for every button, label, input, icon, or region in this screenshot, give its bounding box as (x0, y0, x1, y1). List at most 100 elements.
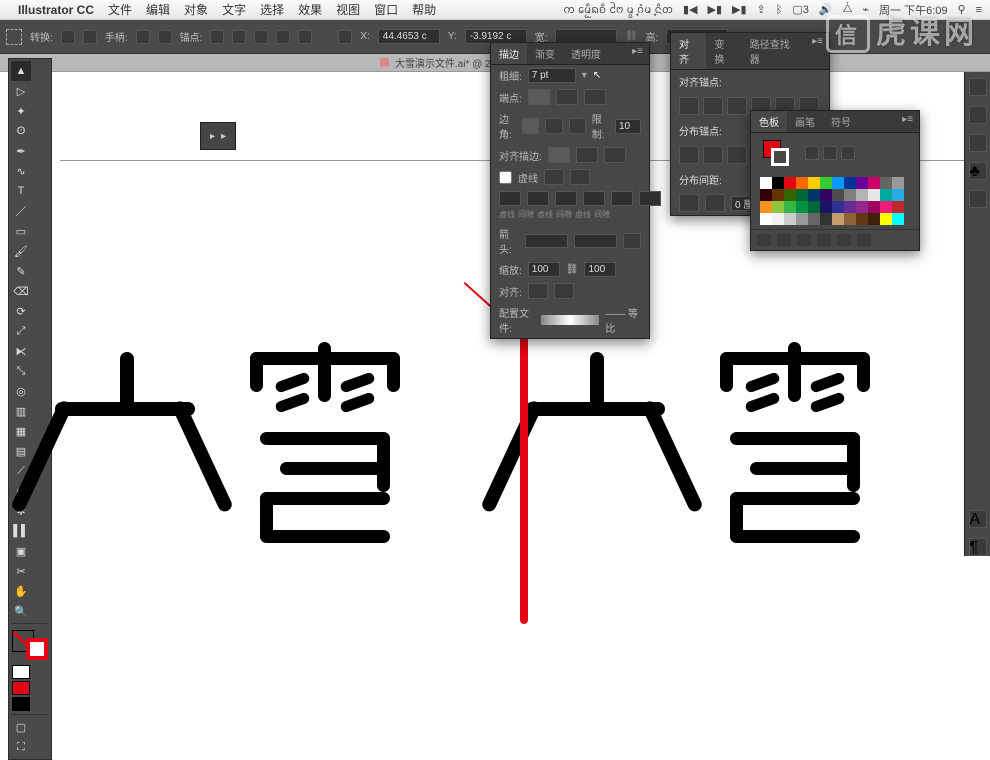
shape-builder-tool[interactable]: ◎ (11, 381, 31, 401)
swatch-cell[interactable] (868, 177, 880, 189)
swatch-cell[interactable] (796, 213, 808, 225)
swatch-cell[interactable] (784, 213, 796, 225)
tab-brushes[interactable]: 画笔 (787, 111, 823, 132)
swatch-cell[interactable] (832, 189, 844, 201)
limit-field[interactable] (615, 119, 641, 134)
swatch-cell[interactable] (820, 201, 832, 213)
dock-color-icon[interactable] (969, 78, 987, 96)
spotlight-icon[interactable]: ⚲ (958, 3, 966, 16)
swap-arrows-icon[interactable] (623, 233, 641, 249)
swatch-cell[interactable] (760, 213, 772, 225)
playback-play-icon[interactable]: ▶▮ (708, 3, 723, 16)
align-right-icon[interactable] (727, 97, 747, 115)
change-screen-icon[interactable]: ⛶ (11, 737, 31, 757)
swatch-cell[interactable] (808, 177, 820, 189)
swatch-cell[interactable] (856, 177, 868, 189)
graph-tool[interactable]: ▌▌ (11, 521, 31, 541)
swatch-cell[interactable] (844, 213, 856, 225)
fill-stroke-swatch[interactable] (12, 630, 48, 660)
swatch-cell[interactable] (856, 213, 868, 225)
swatch-kind-icon[interactable] (777, 234, 791, 246)
zoom-tool[interactable]: 🔍 (11, 601, 31, 621)
bluetooth-icon[interactable]: ᛒ (776, 4, 783, 16)
tab-stroke[interactable]: 描边 (491, 43, 527, 64)
align-arrow-end-icon[interactable] (554, 283, 574, 299)
swatch-opts-icon[interactable] (797, 234, 811, 246)
dock-colorguide-icon[interactable] (969, 106, 987, 124)
curvature-tool[interactable]: ∿ (11, 161, 31, 181)
magic-wand-tool[interactable]: ✦ (11, 101, 31, 121)
direct-selection-tool[interactable]: ▷ (11, 81, 31, 101)
cap-projecting-icon[interactable] (584, 89, 606, 105)
swatch-cell[interactable] (772, 177, 784, 189)
dash-3[interactable] (611, 191, 633, 206)
tab-swatches[interactable]: 色板 (751, 111, 787, 132)
swatch-cell[interactable] (760, 201, 772, 213)
swatch-cell[interactable] (784, 201, 796, 213)
dock-layers-icon[interactable] (969, 190, 987, 208)
menu-icon[interactable]: ≡ (976, 4, 982, 16)
convert-corner-icon[interactable] (61, 30, 75, 44)
dist-bottom-icon[interactable] (727, 146, 747, 164)
mesh-tool[interactable]: ▦ (11, 421, 31, 441)
cap-round-icon[interactable] (556, 89, 578, 105)
swatch-options-icon[interactable] (841, 146, 855, 160)
swatch-cell[interactable] (808, 189, 820, 201)
swatch-cell[interactable] (880, 189, 892, 201)
align-left-icon[interactable] (679, 97, 699, 115)
dash-preserve-icon[interactable] (544, 169, 564, 185)
menu-object[interactable]: 对象 (184, 1, 208, 18)
eraser-tool[interactable]: ⌫ (11, 281, 31, 301)
panel-menu-icon[interactable]: ▸≡ (626, 43, 649, 64)
play-back-icon[interactable]: ▸ (210, 131, 215, 142)
grid-view-icon[interactable] (823, 146, 837, 160)
swatch-cell[interactable] (796, 177, 808, 189)
swatch-cell[interactable] (772, 201, 784, 213)
none-mode-icon[interactable] (12, 697, 30, 711)
rotate-tool[interactable]: ⟳ (11, 301, 31, 321)
new-group-icon[interactable] (817, 234, 831, 246)
scale-tool[interactable]: ⤢ (11, 321, 31, 341)
dist-top-icon[interactable] (679, 146, 699, 164)
swatch-cell[interactable] (892, 189, 904, 201)
corner-bevel-icon[interactable] (569, 118, 586, 134)
align-outside-icon[interactable] (604, 147, 626, 163)
screen-mode-icon[interactable]: ▢ (11, 717, 31, 737)
weight-field[interactable] (528, 68, 576, 83)
current-stroke-icon[interactable] (771, 148, 789, 166)
hand-tool[interactable]: ✋ (11, 581, 31, 601)
tab-transparency[interactable]: 透明度 (563, 43, 609, 64)
swatch-lib-icon[interactable] (757, 234, 771, 246)
tab-pathfinder[interactable]: 路径查找器 (742, 33, 806, 69)
swatch-cell[interactable] (772, 189, 784, 201)
weight-dropdown-icon[interactable]: ▾ (582, 70, 587, 81)
swatch-cell[interactable] (784, 177, 796, 189)
new-swatch-icon[interactable] (837, 234, 851, 246)
convert-smooth-icon[interactable] (83, 30, 97, 44)
corner-miter-icon[interactable] (522, 118, 539, 134)
ref-point-icon[interactable] (338, 30, 352, 44)
link-scale-icon[interactable]: ⛓ (566, 264, 579, 275)
gradient-mode-icon[interactable] (12, 681, 30, 695)
type-tool[interactable]: T (11, 181, 31, 201)
upload-icon[interactable]: ⇪ (757, 3, 766, 16)
gap-1[interactable] (527, 191, 549, 206)
swatch-cell[interactable] (808, 201, 820, 213)
anchor-connect-icon[interactable] (232, 30, 246, 44)
swatch-cell[interactable] (868, 189, 880, 201)
swatch-cell[interactable] (892, 201, 904, 213)
tab-transform[interactable]: 变换 (706, 33, 741, 69)
close-doc-icon[interactable] (380, 58, 389, 67)
align-inside-icon[interactable] (576, 147, 598, 163)
swatch-cell[interactable] (868, 213, 880, 225)
panel-menu-icon[interactable]: ▸≡ (806, 33, 829, 69)
dist-vcenter-icon[interactable] (703, 146, 723, 164)
dock-para-icon[interactable]: ¶ (969, 538, 987, 556)
arrow-end-select[interactable] (574, 234, 617, 248)
align-hcenter-icon[interactable] (703, 97, 723, 115)
anchor-cut-icon[interactable] (254, 30, 268, 44)
swatch-cell[interactable] (856, 189, 868, 201)
selected-stroke[interactable] (520, 304, 528, 624)
pen-tool[interactable]: ✒ (11, 141, 31, 161)
playback-prev-icon[interactable]: ▮◀ (683, 3, 698, 16)
